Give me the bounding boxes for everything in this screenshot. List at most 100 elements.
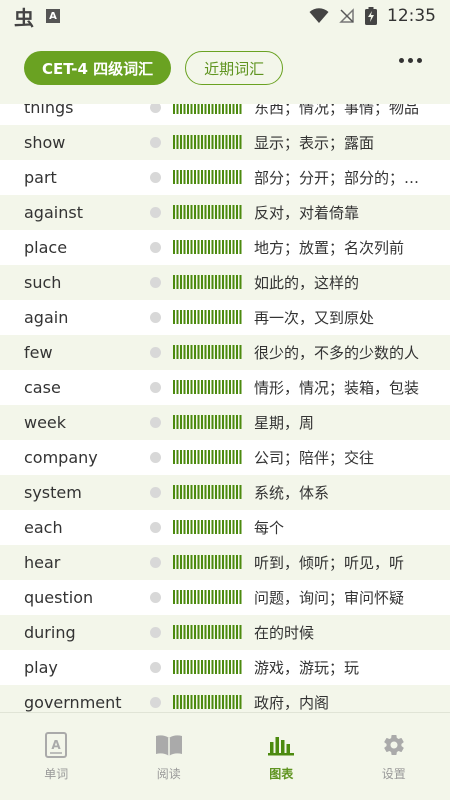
- word-meaning: 星期，周: [254, 414, 315, 432]
- word-row[interactable]: question 问题，询问；审问怀疑: [0, 580, 450, 615]
- more-options-icon[interactable]: [399, 58, 422, 63]
- bottom-nav: A 单词 阅读 图表 设置: [0, 712, 450, 800]
- gear-icon: [380, 731, 408, 759]
- a-notification-icon: A: [46, 9, 60, 23]
- tab-cet4-vocabulary[interactable]: CET-4 四级词汇: [24, 51, 172, 85]
- word-meaning: 显示；表示；露面: [254, 134, 375, 152]
- word-text: company: [24, 448, 98, 467]
- word-text: again: [24, 308, 69, 327]
- status-dot[interactable]: [150, 137, 161, 148]
- status-dot[interactable]: [150, 697, 161, 708]
- status-dot[interactable]: [150, 487, 161, 498]
- battery-charging-icon: [365, 7, 377, 25]
- familiarity-bar: [173, 205, 243, 219]
- tab-recent-vocabulary[interactable]: 近期词汇: [185, 51, 284, 85]
- status-right: 12:35: [309, 6, 436, 26]
- familiarity-bar: [173, 415, 243, 429]
- familiarity-bar: [173, 590, 243, 604]
- word-text: each: [24, 518, 63, 537]
- status-dot[interactable]: [150, 627, 161, 638]
- word-row[interactable]: few 很少的，不多的少数的人: [0, 335, 450, 370]
- familiarity-bar: [173, 345, 243, 359]
- word-row[interactable]: against 反对，对着倚靠: [0, 195, 450, 230]
- familiarity-bar: [173, 135, 243, 149]
- status-dot[interactable]: [150, 347, 161, 358]
- word-row[interactable]: part 部分；分开；部分的；部分地: [0, 160, 450, 195]
- familiarity-bar: [173, 310, 243, 324]
- word-row[interactable]: play 游戏，游玩；玩: [0, 650, 450, 685]
- word-row[interactable]: government 政府，内阁: [0, 685, 450, 712]
- familiarity-bar: [173, 170, 243, 184]
- word-text: such: [24, 273, 62, 292]
- nav-label-words: 单词: [44, 767, 69, 781]
- nav-label-reading: 阅读: [156, 767, 181, 781]
- word-text: play: [24, 658, 58, 677]
- word-meaning: 东西；情况；事情；物品: [254, 104, 420, 117]
- familiarity-bar: [173, 520, 243, 534]
- word-text: question: [24, 588, 94, 607]
- word-row[interactable]: system 系统，体系: [0, 475, 450, 510]
- word-meaning: 如此的，这样的: [254, 274, 360, 292]
- word-row[interactable]: again 再一次，又到原处: [0, 300, 450, 335]
- word-meaning: 政府，内阁: [254, 694, 330, 712]
- nav-item-settings[interactable]: 设置: [338, 713, 450, 800]
- app-notification-icon: 虫: [14, 5, 34, 30]
- familiarity-bar: [173, 625, 243, 639]
- word-row[interactable]: hear 听到，倾听；听见，听: [0, 545, 450, 580]
- status-dot[interactable]: [150, 662, 161, 673]
- word-text: week: [24, 413, 67, 432]
- status-dot[interactable]: [150, 382, 161, 393]
- word-text: show: [24, 133, 66, 152]
- word-meaning: 很少的，不多的少数的人: [254, 344, 420, 362]
- familiarity-bar: [173, 555, 243, 569]
- nav-item-words[interactable]: A 单词: [0, 713, 113, 800]
- familiarity-bar: [173, 275, 243, 289]
- word-list[interactable]: things 东西；情况；事情；物品 show 显示；表示；露面 part 部分；分开；部…: [0, 104, 450, 712]
- word-meaning: 反对，对着倚靠: [254, 204, 360, 222]
- word-row[interactable]: each 每个: [0, 510, 450, 545]
- status-dot[interactable]: [150, 104, 161, 113]
- word-text: few: [24, 343, 53, 362]
- open-book-icon: [155, 731, 183, 759]
- word-meaning: 听到，倾听；听见，听: [254, 554, 405, 572]
- word-row[interactable]: company 公司；陪伴；交往: [0, 440, 450, 475]
- familiarity-bar: [173, 485, 243, 499]
- familiarity-bar: [173, 380, 243, 394]
- familiarity-bar: [173, 450, 243, 464]
- word-row[interactable]: during 在的时候: [0, 615, 450, 650]
- status-dot[interactable]: [150, 417, 161, 428]
- word-text: part: [24, 168, 57, 187]
- status-dot[interactable]: [150, 242, 161, 253]
- svg-text:A: A: [52, 738, 62, 752]
- word-text: place: [24, 238, 68, 257]
- status-dot[interactable]: [150, 277, 161, 288]
- word-row[interactable]: things 东西；情况；事情；物品: [0, 104, 450, 125]
- word-meaning: 问题，询问；审问怀疑: [254, 589, 405, 607]
- status-dot[interactable]: [150, 207, 161, 218]
- word-row[interactable]: case 情形，情况；装箱，包装: [0, 370, 450, 405]
- status-dot[interactable]: [150, 592, 161, 603]
- status-dot[interactable]: [150, 557, 161, 568]
- word-row[interactable]: place 地方；放置；名次列前: [0, 230, 450, 265]
- bar-chart-icon: [267, 731, 295, 759]
- word-meaning: 游戏，游玩；玩: [254, 659, 360, 677]
- word-book-icon: A: [42, 731, 70, 759]
- nav-item-reading[interactable]: 阅读: [113, 713, 226, 800]
- status-dot[interactable]: [150, 522, 161, 533]
- familiarity-bar: [173, 660, 243, 674]
- word-meaning: 情形，情况；装箱，包装: [254, 379, 420, 397]
- word-row[interactable]: such 如此的，这样的: [0, 265, 450, 300]
- word-text: during: [24, 623, 76, 642]
- word-row[interactable]: week 星期，周: [0, 405, 450, 440]
- word-meaning: 再一次，又到原处: [254, 309, 375, 327]
- word-row[interactable]: show 显示；表示；露面: [0, 125, 450, 160]
- status-dot[interactable]: [150, 312, 161, 323]
- word-text: against: [24, 203, 83, 222]
- status-dot[interactable]: [150, 452, 161, 463]
- status-dot[interactable]: [150, 172, 161, 183]
- word-text: system: [24, 483, 82, 502]
- nav-item-chart[interactable]: 图表: [225, 713, 338, 800]
- status-left: 虫 A: [14, 2, 60, 31]
- familiarity-bar: [173, 104, 243, 114]
- familiarity-bar: [173, 695, 243, 709]
